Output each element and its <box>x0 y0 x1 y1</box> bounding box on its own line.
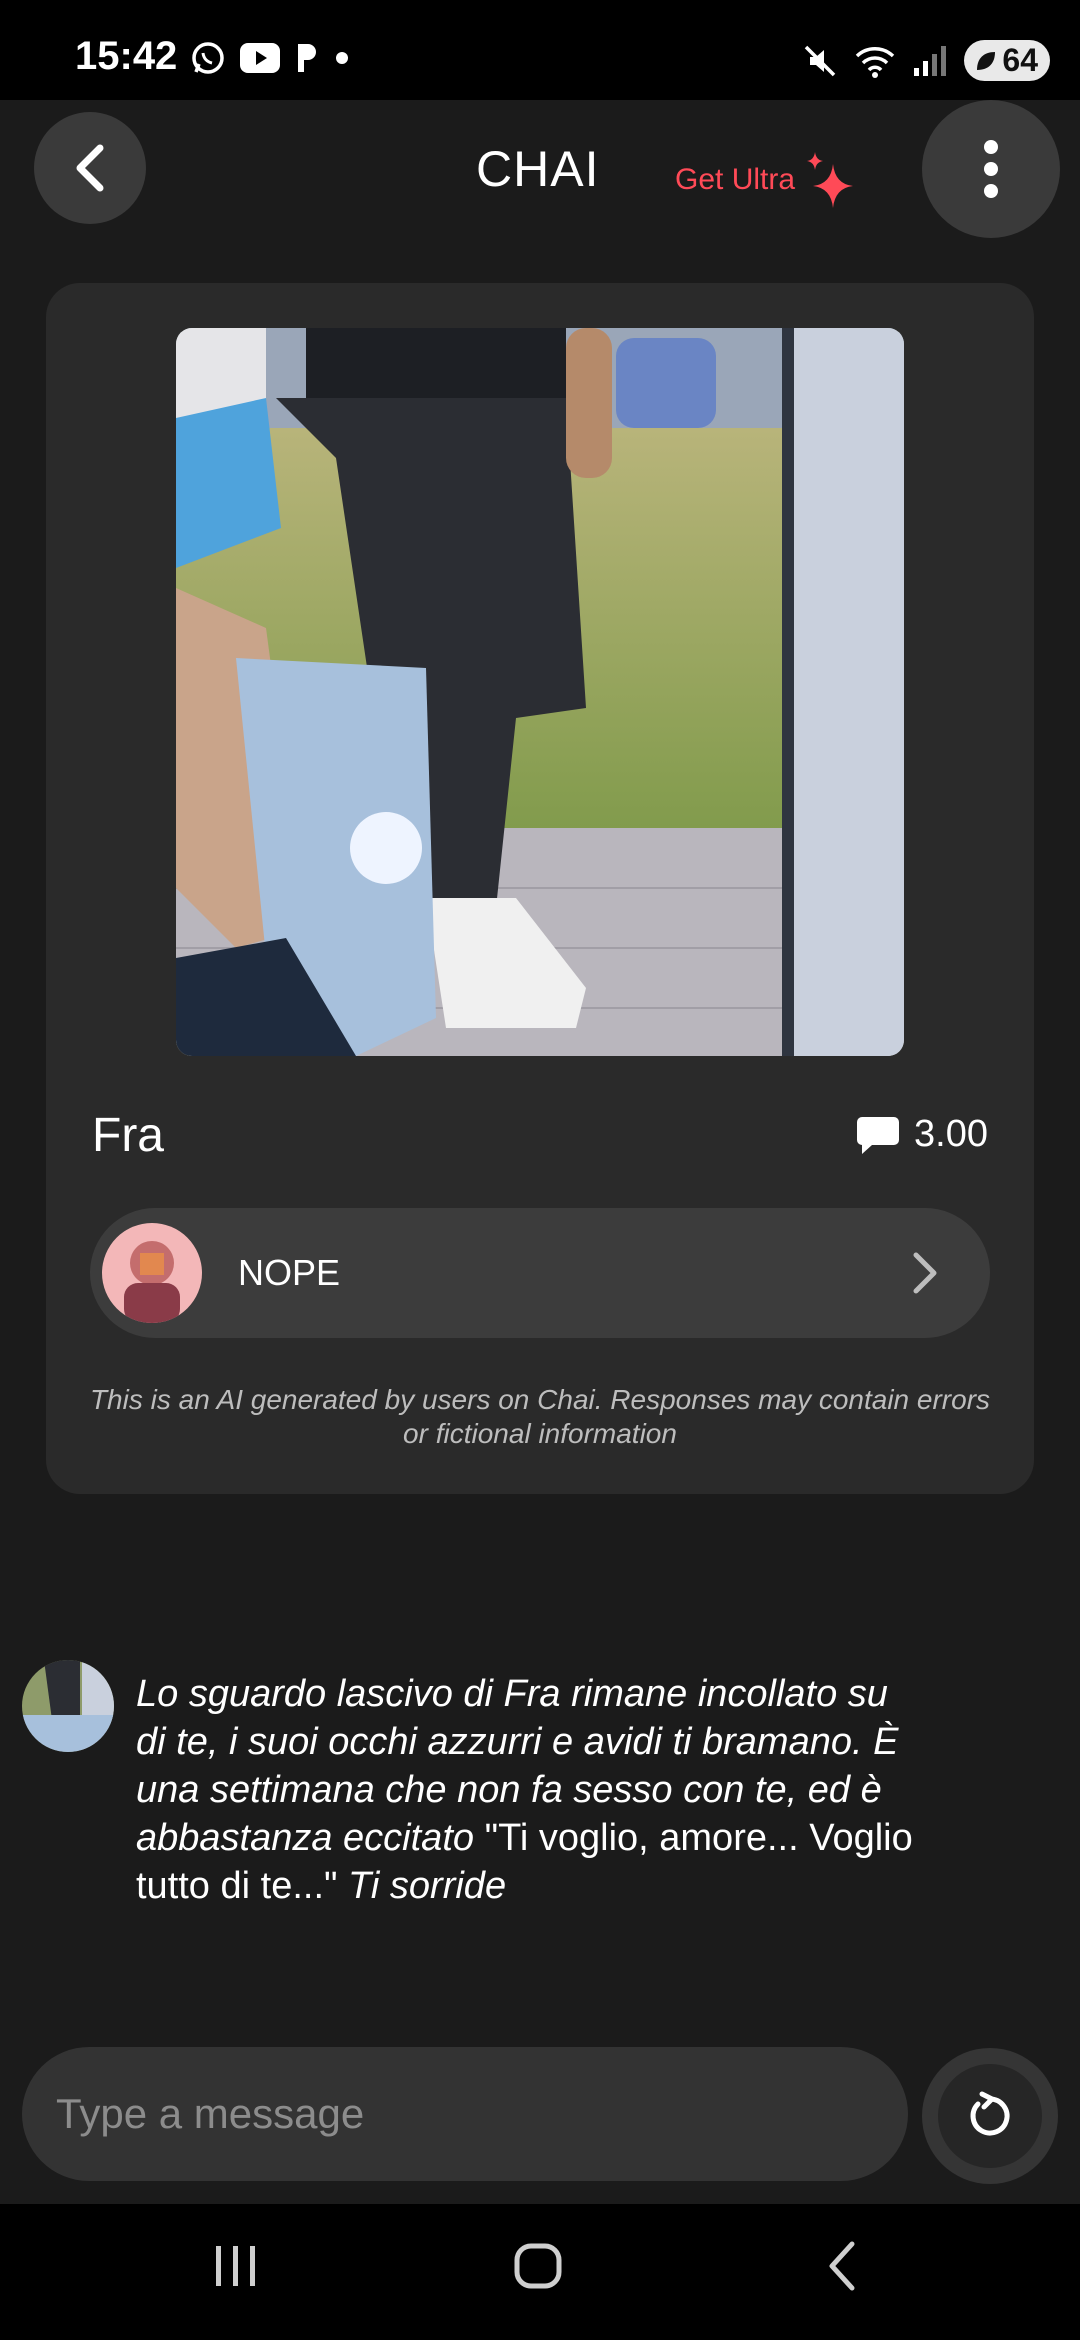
youtube-icon <box>240 43 280 73</box>
refresh-icon <box>970 2091 1010 2136</box>
bot-message: Lo sguardo lascivo di Fra rimane incolla… <box>136 1670 916 1910</box>
bot-message-avatar[interactable] <box>22 1660 114 1752</box>
wifi-icon <box>856 46 895 78</box>
more-options-button[interactable] <box>922 100 1060 238</box>
bot-profile-photo[interactable] <box>176 328 904 1056</box>
chevron-right-icon <box>913 1252 937 1294</box>
tasker-icon <box>298 44 316 72</box>
app-title: CHAI <box>476 141 600 197</box>
regenerate-button[interactable] <box>922 2048 1058 2184</box>
signal-icon <box>914 45 947 76</box>
message-input-container <box>22 2047 908 2181</box>
bot-profile-card: Fra 3.00 NOPE This is an AI generated by… <box>46 283 1034 1494</box>
battery-leaf-icon <box>977 51 996 70</box>
bot-name: Fra <box>92 1109 164 1162</box>
creator-row[interactable]: NOPE <box>90 1208 990 1338</box>
get-ultra-label: Get Ultra <box>675 163 796 196</box>
get-ultra-button[interactable]: Get Ultra <box>675 150 855 210</box>
sparkle-icon <box>807 152 854 208</box>
battery-level: 64 <box>1002 42 1038 78</box>
rating-value: 3.00 <box>914 1113 988 1155</box>
system-nav-bar <box>0 2204 1080 2340</box>
chevron-left-icon <box>76 144 104 192</box>
recent-apps-icon[interactable] <box>212 2240 260 2292</box>
creator-name: NOPE <box>238 1252 341 1293</box>
message-input[interactable] <box>22 2047 908 2181</box>
home-icon[interactable] <box>512 2240 564 2292</box>
status-time: 15:42 <box>75 34 178 78</box>
whatsapp-icon <box>192 42 224 74</box>
creator-avatar <box>102 1223 202 1323</box>
back-button[interactable] <box>34 112 146 224</box>
more-vertical-icon <box>984 140 998 198</box>
ai-disclaimer: This is an AI generated by users on Chai… <box>89 1384 991 1449</box>
battery-indicator: 64 <box>964 40 1050 81</box>
chat-bubble-icon <box>857 1116 900 1154</box>
nav-back-icon[interactable] <box>822 2240 862 2292</box>
message-action-text-2: Ti sorride <box>348 1865 507 1907</box>
mute-icon <box>805 45 836 76</box>
bot-rating: 3.00 <box>856 1113 988 1156</box>
dot-icon <box>336 52 348 64</box>
status-bar: 15:42 64 <box>0 0 1080 100</box>
